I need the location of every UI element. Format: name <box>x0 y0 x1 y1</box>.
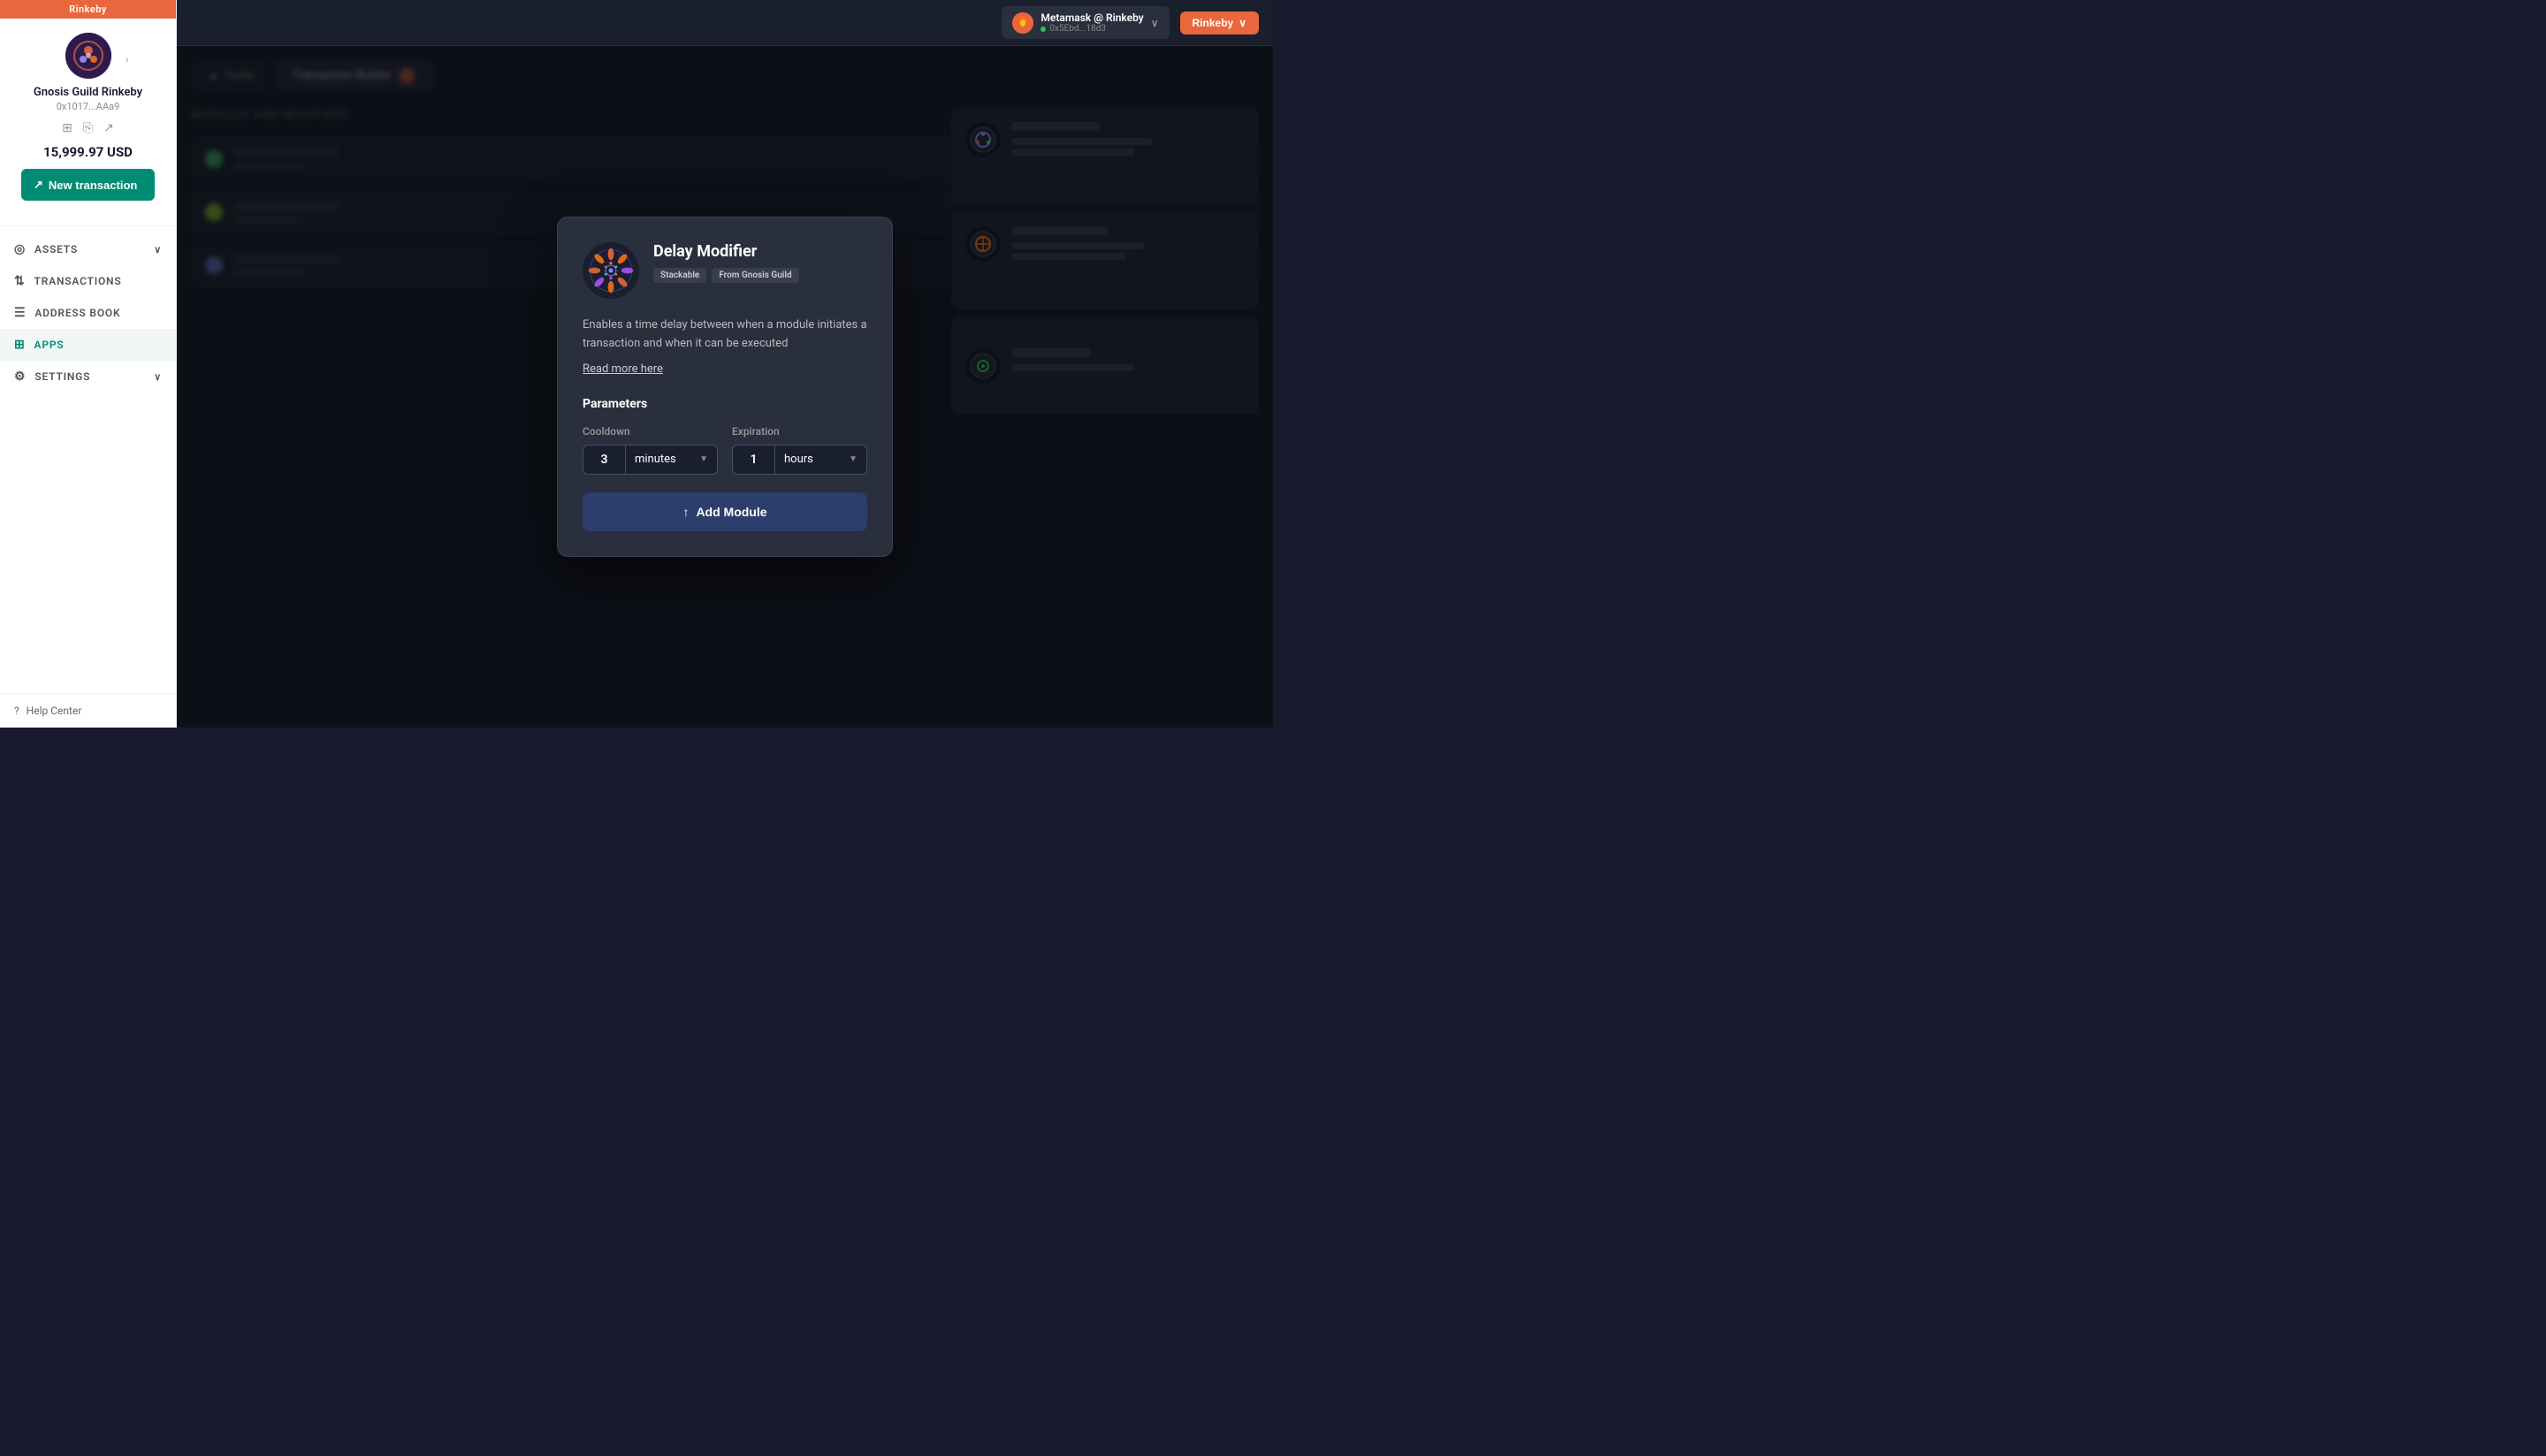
add-module-button[interactable]: ↑ Add Module <box>583 492 867 531</box>
sidebar-item-assets[interactable]: ◎ Assets ∨ <box>0 233 176 265</box>
sidebar-item-label: Address Book <box>34 307 120 319</box>
content-area: ◂ Today Transaction Builder 1 Modules an… <box>177 46 1273 728</box>
expiration-unit: hours <box>784 453 845 466</box>
expiration-param: Expiration 1 hours ▼ <box>732 425 867 475</box>
safe-name: Gnosis Guild Rinkeby <box>34 86 142 99</box>
main-content: Metamask @ Rinkeby 0x5Ebd...18d3 ∨ Rinke… <box>177 0 1273 728</box>
params-grid: Cooldown 3 minutes ▼ Expiration 1 <box>583 425 867 475</box>
modal-title: Delay Modifier <box>653 242 867 261</box>
sidebar: Rinkeby › Gnosis Guild Rinkeby 0x1017...… <box>0 0 177 728</box>
nav-section: ◎ Assets ∨ ⇅ Transactions ☰ Address Book… <box>0 226 176 693</box>
chevron-down-icon: ∨ <box>154 371 162 383</box>
new-transaction-button[interactable]: ↗ New transaction <box>21 169 155 201</box>
network-button[interactable]: Rinkeby ∨ <box>1180 11 1259 34</box>
expiration-value[interactable]: 1 <box>732 445 774 475</box>
apps-icon: ⊞ <box>14 338 26 352</box>
expiration-label: Expiration <box>732 425 867 438</box>
copy-icon[interactable]: ⎘ <box>83 121 93 135</box>
online-indicator <box>1041 27 1046 32</box>
modal-badges: Stackable From Gnosis Guild <box>653 268 867 283</box>
expiration-input-row: 1 hours ▼ <box>732 445 867 475</box>
address-book-icon: ☰ <box>14 306 26 320</box>
sidebar-item-label: Transactions <box>34 275 122 287</box>
cooldown-param: Cooldown 3 minutes ▼ <box>583 425 718 475</box>
stackable-badge: Stackable <box>653 268 706 283</box>
wallet-name: Metamask @ Rinkeby <box>1041 11 1143 24</box>
modal-title-area: Delay Modifier Stackable From Gnosis Gui… <box>653 242 867 283</box>
network-banner: Rinkeby <box>0 0 176 19</box>
network-chevron-icon: ∨ <box>1239 17 1246 29</box>
qr-icon[interactable]: ⊞ <box>62 121 72 135</box>
cooldown-unit-select[interactable]: minutes ▼ <box>625 445 718 475</box>
topbar: Metamask @ Rinkeby 0x5Ebd...18d3 ∨ Rinke… <box>177 0 1273 46</box>
read-more-link[interactable]: Read more here <box>583 362 663 376</box>
params-title: Parameters <box>583 397 867 411</box>
delay-modifier-icon <box>583 242 639 299</box>
wallet-details: Metamask @ Rinkeby 0x5Ebd...18d3 <box>1041 11 1143 34</box>
modal-description: Enables a time delay between when a modu… <box>583 316 867 354</box>
sidebar-item-label: Apps <box>34 339 65 351</box>
gnosis-guild-badge: From Gnosis Guild <box>712 268 798 283</box>
help-center-link[interactable]: ? Help Center <box>0 693 176 728</box>
settings-icon: ⚙ <box>14 370 26 384</box>
cooldown-unit: minutes <box>635 453 696 466</box>
cooldown-label: Cooldown <box>583 425 718 438</box>
sidebar-item-label: Settings <box>34 370 90 383</box>
sidebar-item-label: Assets <box>34 243 78 255</box>
delay-modifier-modal: Delay Modifier Stackable From Gnosis Gui… <box>557 217 893 557</box>
sidebar-item-apps[interactable]: ⊞ Apps <box>0 329 176 361</box>
arrow-up-icon: ↗ <box>34 178 43 192</box>
safe-balance: 15,999.97 USD <box>43 144 133 160</box>
wallet-address: 0x5Ebd...18d3 <box>1041 24 1143 34</box>
expiration-unit-select[interactable]: hours ▼ <box>774 445 867 475</box>
modal-header: Delay Modifier Stackable From Gnosis Gui… <box>583 242 867 299</box>
wallet-avatar <box>1012 12 1033 34</box>
sidebar-item-transactions[interactable]: ⇅ Transactions <box>0 265 176 297</box>
assets-icon: ◎ <box>14 242 26 256</box>
wallet-chevron-icon: ∨ <box>1151 17 1159 29</box>
arrow-up-icon: ↑ <box>682 505 689 519</box>
sidebar-item-settings[interactable]: ⚙ Settings ∨ <box>0 361 176 393</box>
cooldown-input-row: 3 minutes ▼ <box>583 445 718 475</box>
safe-info: › Gnosis Guild Rinkeby 0x1017...AAa9 ⊞ ⎘… <box>0 19 176 226</box>
sidebar-item-address-book[interactable]: ☰ Address Book <box>0 297 176 329</box>
transactions-icon: ⇅ <box>14 274 26 288</box>
external-link-icon[interactable]: ↗ <box>103 121 114 135</box>
cooldown-value[interactable]: 3 <box>583 445 625 475</box>
safe-avatar <box>65 33 111 79</box>
chevron-down-icon: ▼ <box>849 454 858 464</box>
chevron-down-icon: ∨ <box>154 244 162 255</box>
chevron-down-icon: ▼ <box>699 454 708 464</box>
safe-address: 0x1017...AAa9 <box>57 101 120 112</box>
wallet-info[interactable]: Metamask @ Rinkeby 0x5Ebd...18d3 ∨ <box>1002 6 1169 39</box>
safe-expand-icon[interactable]: › <box>126 53 129 65</box>
help-icon: ? <box>14 705 19 717</box>
safe-action-icons: ⊞ ⎘ ↗ <box>62 121 114 135</box>
modal-overlay: Delay Modifier Stackable From Gnosis Gui… <box>177 46 1273 728</box>
